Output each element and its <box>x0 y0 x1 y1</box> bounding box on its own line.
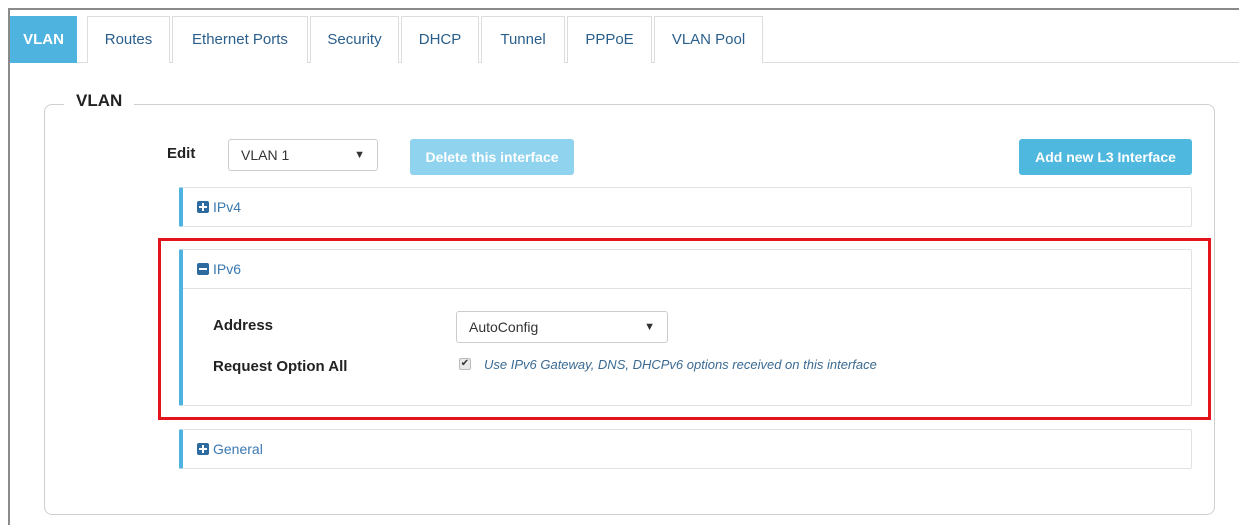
request-option-all-label: Request Option All <box>213 358 348 375</box>
window-border-top <box>8 8 1239 10</box>
general-panel-title: General <box>213 441 263 457</box>
tab-security[interactable]: Security <box>310 16 399 63</box>
ipv4-panel: IPv4 <box>179 187 1192 227</box>
ipv4-panel-title: IPv4 <box>213 199 242 215</box>
fieldset-legend: VLAN <box>64 91 135 111</box>
tab-bar: VLAN Routes Ethernet Ports Security DHCP… <box>10 16 1239 63</box>
vlan-select-value: VLAN 1 <box>241 147 290 163</box>
ipv6-panel-title: IPv6 <box>213 261 242 277</box>
plus-square-icon <box>197 443 209 455</box>
request-option-all-checkbox[interactable]: ✔ <box>459 358 471 370</box>
general-panel-header[interactable]: General <box>183 430 1191 468</box>
tab-pppoe[interactable]: PPPoE <box>567 16 652 63</box>
vlan-select[interactable]: VLAN 1 ▼ <box>228 139 378 171</box>
tab-vlan[interactable]: VLAN <box>10 16 77 63</box>
tab-vlan-pool[interactable]: VLAN Pool <box>654 16 763 63</box>
edit-label: Edit <box>167 145 196 162</box>
chevron-down-icon: ▼ <box>354 149 365 161</box>
chevron-down-icon: ▼ <box>644 321 655 333</box>
address-select[interactable]: AutoConfig ▼ <box>456 311 668 343</box>
window-border-left <box>8 8 10 525</box>
delete-interface-button[interactable]: Delete this interface <box>410 139 574 175</box>
request-option-all-description: Use IPv6 Gateway, DNS, DHCPv6 options re… <box>484 357 877 372</box>
ipv6-panel: IPv6 Address AutoConfig ▼ Request Option… <box>179 249 1192 406</box>
minus-square-icon <box>197 263 209 275</box>
address-label: Address <box>213 317 274 334</box>
tab-dhcp[interactable]: DHCP <box>401 16 479 63</box>
plus-square-icon <box>197 201 209 213</box>
tab-ethernet-ports[interactable]: Ethernet Ports <box>172 16 308 63</box>
general-panel: General <box>179 429 1192 469</box>
ipv6-panel-body: Address AutoConfig ▼ Request Option All … <box>183 288 1191 404</box>
address-select-value: AutoConfig <box>469 319 539 335</box>
ipv6-panel-header[interactable]: IPv6 <box>183 250 1191 288</box>
add-l3-interface-button[interactable]: Add new L3 Interface <box>1019 139 1192 175</box>
ipv4-panel-header[interactable]: IPv4 <box>183 188 1191 226</box>
tab-tunnel[interactable]: Tunnel <box>481 16 565 63</box>
tab-routes[interactable]: Routes <box>87 16 170 63</box>
